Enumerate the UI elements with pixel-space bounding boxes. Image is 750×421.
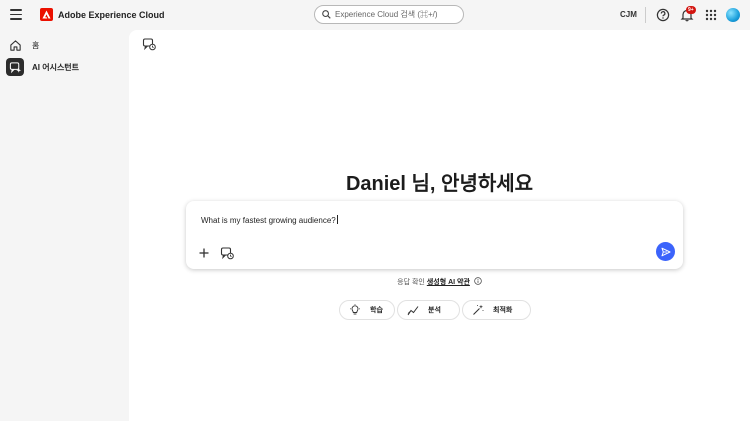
chip-learn-button[interactable]: 학습 — [339, 300, 395, 320]
sidebar-item-label: AI 어시스턴트 — [32, 62, 80, 72]
org-switcher[interactable]: CJM — [620, 10, 637, 19]
magic-wand-icon — [473, 304, 484, 315]
chip-optimize-button[interactable]: 최적화 — [462, 300, 531, 320]
search-input[interactable] — [335, 10, 455, 19]
prompt-input-box[interactable]: What is my fastest growing audience? — [186, 201, 683, 269]
notification-badge: 9+ — [686, 6, 696, 14]
search-icon — [322, 10, 331, 19]
lightbulb-icon — [350, 304, 360, 315]
avatar[interactable] — [726, 8, 740, 22]
menu-icon[interactable] — [10, 9, 22, 21]
send-icon — [661, 247, 670, 256]
brand[interactable]: Adobe Experience Cloud — [40, 8, 165, 21]
top-bar: Adobe Experience Cloud CJM 9+ — [0, 0, 750, 30]
divider — [645, 7, 646, 23]
chat-history-icon[interactable] — [220, 246, 234, 260]
send-button[interactable] — [656, 242, 675, 261]
help-icon[interactable] — [656, 8, 670, 22]
chat-history-icon[interactable] — [142, 37, 156, 51]
brand-name: Adobe Experience Cloud — [58, 9, 165, 20]
text-caret — [336, 215, 338, 224]
add-icon[interactable] — [197, 246, 211, 260]
sidebar-item-label: 홈 — [32, 40, 40, 50]
disclaimer: 응답 확인 생성형 AI 약관 — [129, 277, 750, 287]
ai-assistant-icon — [9, 61, 21, 73]
sidebar: 홈 AI 어시스턴트 — [0, 30, 125, 421]
app-switcher-icon[interactable] — [704, 8, 718, 22]
sidebar-item-ai-assistant[interactable]: AI 어시스턴트 — [6, 57, 122, 77]
home-icon — [9, 39, 21, 51]
search-bar[interactable] — [314, 5, 464, 24]
greeting-title: Daniel 님, 안녕하세요 — [345, 173, 534, 195]
adobe-logo-icon — [40, 8, 53, 21]
genai-terms-link[interactable]: 생성형 AI 약관 — [427, 279, 470, 286]
info-icon[interactable] — [474, 277, 482, 285]
prompt-input[interactable]: What is my fastest growing audience? — [201, 215, 338, 225]
sidebar-item-home[interactable]: 홈 — [6, 35, 122, 55]
main-panel: Daniel 님, 안녕하세요 What is my fastest growi… — [129, 30, 750, 421]
chip-analyze-button[interactable]: 분석 — [397, 300, 460, 320]
trend-icon — [407, 306, 419, 316]
